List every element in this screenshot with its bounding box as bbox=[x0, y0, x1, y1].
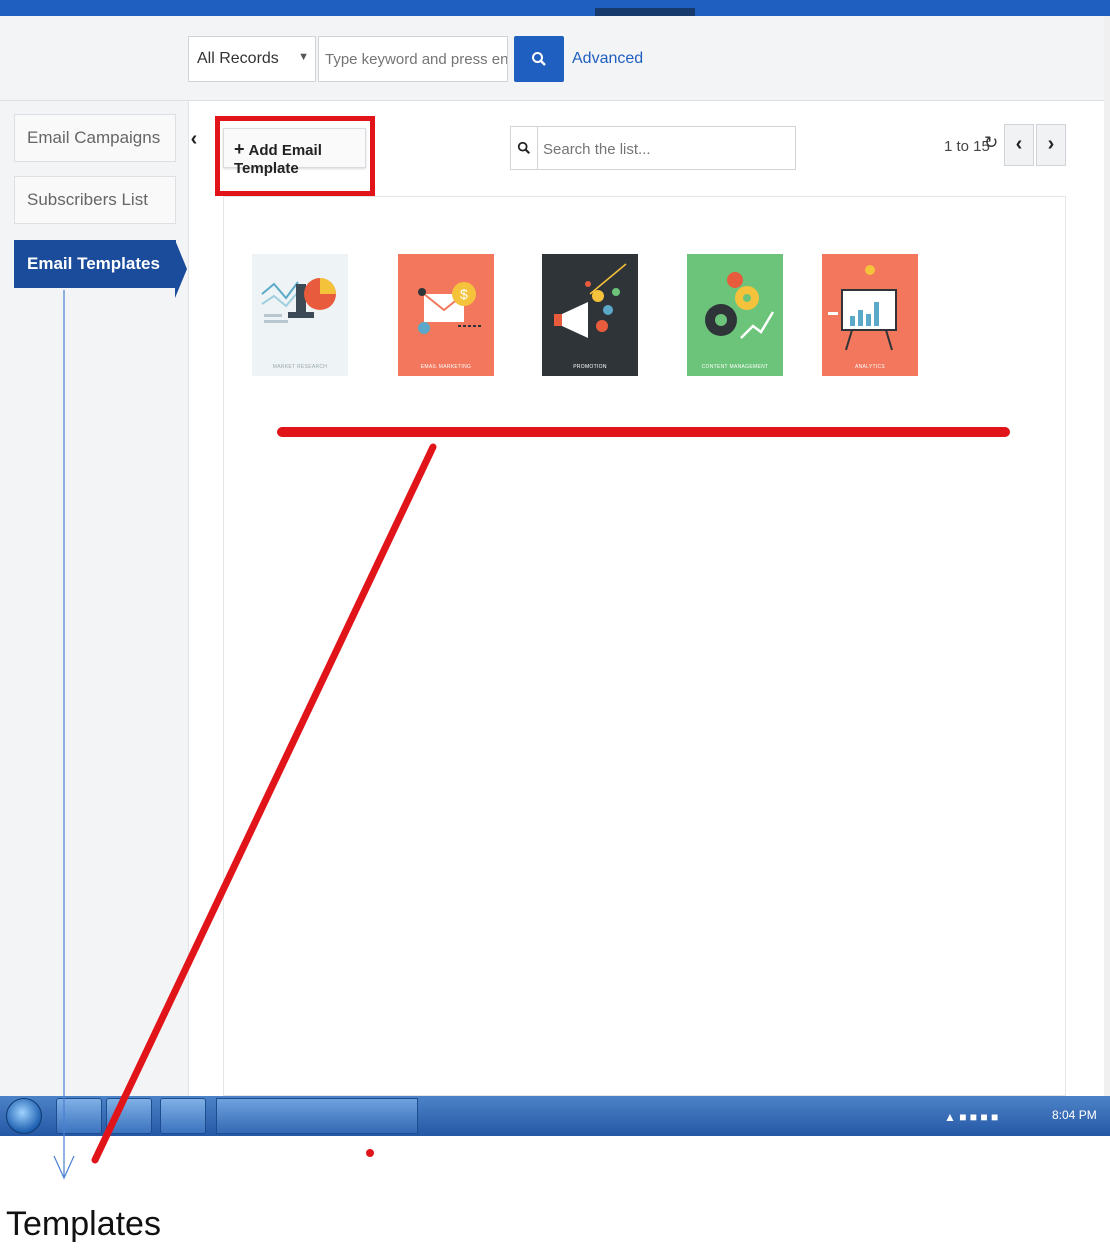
template-tile-email-marketing[interactable]: $ EMAIL MARKETING bbox=[398, 254, 494, 376]
template-caption: PROMOTION bbox=[573, 364, 607, 370]
annotation-area bbox=[0, 1136, 1110, 1250]
records-filter-value: All Records bbox=[197, 50, 279, 67]
top-accent-segment bbox=[595, 8, 695, 16]
sidebar-item-email-campaigns[interactable]: Email Campaigns bbox=[14, 114, 176, 162]
windows-taskbar: ▲ ■ ■ ■ ■ 8:04 PM bbox=[0, 1096, 1110, 1136]
list-search-icon-cell bbox=[511, 127, 538, 169]
folder-taskbar-button[interactable] bbox=[106, 1098, 152, 1134]
templates-panel bbox=[223, 196, 1066, 1096]
active-window-taskbar-button[interactable] bbox=[216, 1098, 418, 1134]
search-icon bbox=[517, 141, 530, 154]
template-caption: CONTENT MANAGEMENT bbox=[701, 364, 769, 370]
template-tile-content-management[interactable]: CONTENT MANAGEMENT bbox=[687, 254, 783, 376]
template-caption: MARKET RESEARCH bbox=[272, 364, 328, 370]
search-icon bbox=[532, 52, 546, 66]
internet-explorer-taskbar-button[interactable] bbox=[160, 1098, 206, 1134]
list-search bbox=[510, 126, 796, 171]
chevron-left-icon: ‹ bbox=[1015, 133, 1023, 155]
analytics-thumbnail bbox=[822, 254, 918, 376]
media-player-taskbar-button[interactable] bbox=[56, 1098, 102, 1134]
template-caption: EMAIL MARKETING bbox=[420, 364, 472, 370]
annotation-underline bbox=[277, 427, 1010, 437]
caret-down-icon: ▼ bbox=[298, 51, 309, 63]
refresh-icon[interactable]: ↻ bbox=[984, 133, 998, 153]
search-button[interactable] bbox=[514, 36, 564, 82]
market-research-thumbnail bbox=[252, 254, 348, 376]
vertical-scrollbar[interactable] bbox=[1104, 16, 1110, 1096]
template-tile-market-research[interactable]: MARKET RESEARCH bbox=[252, 254, 348, 376]
annotation-highlight-box bbox=[215, 116, 375, 196]
promotion-thumbnail bbox=[542, 254, 638, 376]
start-button[interactable] bbox=[6, 1098, 42, 1134]
templates-annotation-caption: Templates bbox=[6, 1205, 161, 1243]
advanced-search-link[interactable]: Advanced bbox=[572, 50, 643, 68]
content-management-thumbnail bbox=[687, 254, 783, 376]
svg-text:$: $ bbox=[460, 286, 468, 302]
template-tile-promotion[interactable]: PROMOTION bbox=[542, 254, 638, 376]
taskbar-clock: 8:04 PM bbox=[1052, 1108, 1097, 1122]
template-tile-analytics[interactable]: ANALYTICS bbox=[822, 254, 918, 376]
sidebar-item-email-templates[interactable]: Email Templates bbox=[14, 240, 187, 298]
top-accent-bar bbox=[0, 0, 1110, 16]
chevron-left-icon[interactable]: ‹ bbox=[186, 128, 202, 158]
records-filter-select[interactable]: All Records ▼ bbox=[188, 36, 316, 82]
email-marketing-thumbnail: $ bbox=[398, 254, 494, 376]
template-caption: ANALYTICS bbox=[854, 364, 886, 370]
chevron-right-icon: › bbox=[1047, 133, 1055, 155]
keyword-search-input[interactable] bbox=[318, 36, 508, 82]
pagination-range: 1 to 15 bbox=[944, 138, 990, 155]
sidebar-item-subscribers-list[interactable]: Subscribers List bbox=[14, 176, 176, 224]
next-page-button[interactable]: › bbox=[1036, 124, 1066, 166]
list-search-input[interactable] bbox=[541, 127, 795, 171]
previous-page-button[interactable]: ‹ bbox=[1004, 124, 1034, 166]
system-tray-icons[interactable]: ▲ ■ ■ ■ ■ bbox=[944, 1110, 998, 1124]
